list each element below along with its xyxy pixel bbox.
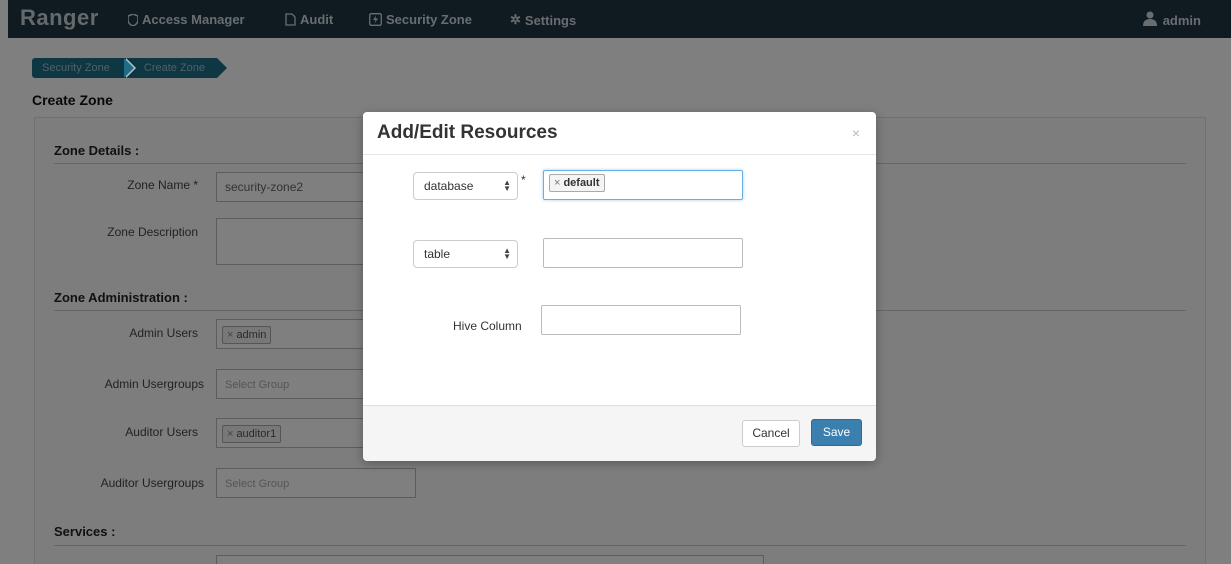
select-arrows-icon: ▲ ▼ — [503, 178, 511, 193]
close-icon[interactable]: × — [852, 125, 860, 141]
remove-tag-icon[interactable]: × — [554, 177, 560, 189]
hive-column-input[interactable] — [541, 305, 741, 335]
save-button[interactable]: Save — [811, 419, 862, 446]
resource-type-select-value: table — [424, 247, 451, 261]
select-arrows-icon: ▲ ▼ — [503, 246, 511, 261]
resource-type-select-table[interactable]: table ▲ ▼ — [413, 240, 518, 268]
database-values-input[interactable]: × default — [543, 170, 743, 200]
resource-type-select-database[interactable]: database ▲ ▼ — [413, 172, 518, 200]
modal-divider — [363, 154, 876, 155]
required-mark: * — [521, 173, 526, 187]
database-value-tag: × default — [549, 174, 605, 192]
hive-column-label: Hive Column — [453, 319, 522, 333]
resource-type-select-value: database — [424, 179, 474, 193]
modal-footer: Cancel Save — [363, 405, 876, 461]
add-edit-resources-modal: Add/Edit Resources × database ▲ ▼ * × defa… — [363, 112, 876, 461]
database-value-tag-label: default — [563, 177, 600, 189]
modal-title: Add/Edit Resources — [377, 122, 558, 143]
cancel-button[interactable]: Cancel — [742, 420, 800, 447]
table-values-input[interactable] — [543, 238, 743, 268]
